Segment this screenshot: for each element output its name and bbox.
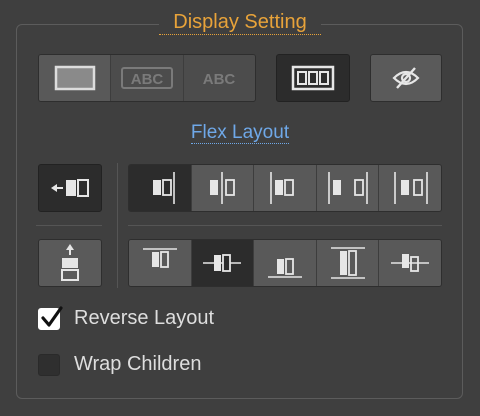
display-flex-button[interactable] — [276, 54, 350, 102]
flex-layout-header: Flex Layout — [0, 122, 480, 144]
justify-space-between-button[interactable] — [316, 165, 380, 211]
align-stretch-icon — [325, 245, 371, 281]
column-direction-icon — [59, 243, 81, 283]
display-inline-block-button[interactable]: ABC — [111, 55, 184, 101]
justify-content-group — [128, 164, 442, 212]
direction-row-button[interactable] — [38, 164, 102, 212]
direction-separator — [117, 163, 118, 288]
reverse-layout-checkbox[interactable] — [38, 305, 63, 330]
display-block-button[interactable] — [39, 55, 112, 101]
inline-abc-icon: ABC — [192, 65, 246, 91]
align-end-button[interactable] — [254, 240, 317, 286]
alignment-divider — [128, 225, 442, 226]
display-inline-button[interactable]: ABC — [183, 55, 255, 101]
justify-end-button[interactable] — [254, 165, 317, 211]
align-baseline-icon — [387, 245, 433, 281]
inline-block-abc-text: ABC — [131, 71, 164, 88]
display-setting-title[interactable]: Display Setting — [159, 10, 321, 35]
align-center-icon — [199, 245, 245, 281]
wrap-children-checkbox[interactable] — [38, 353, 60, 376]
align-baseline-button[interactable] — [379, 240, 441, 286]
direction-column-button[interactable] — [38, 239, 102, 287]
justify-center-icon — [199, 170, 245, 206]
justify-start-icon — [137, 170, 183, 206]
row-direction-icon — [49, 177, 91, 199]
align-items-group — [128, 239, 442, 287]
justify-center-button[interactable] — [191, 165, 255, 211]
inline-block-abc-icon: ABC — [120, 65, 174, 91]
justify-space-between-icon — [325, 170, 371, 206]
inline-abc-text: ABC — [203, 71, 236, 88]
align-stretch-button[interactable] — [316, 240, 380, 286]
align-center-button[interactable] — [191, 240, 255, 286]
eye-slash-icon — [391, 65, 421, 91]
align-end-icon — [262, 245, 308, 281]
wrap-children-row[interactable]: Wrap Children — [38, 353, 201, 376]
display-none-button[interactable] — [370, 54, 442, 102]
direction-divider — [36, 225, 102, 226]
block-icon — [54, 65, 96, 91]
checkmark-icon — [38, 305, 64, 331]
justify-start-button[interactable] — [129, 165, 192, 211]
align-start-icon — [137, 245, 183, 281]
reverse-layout-row[interactable]: Reverse Layout — [38, 305, 215, 330]
flex-layout-title[interactable]: Flex Layout — [190, 122, 290, 144]
align-start-button[interactable] — [129, 240, 192, 286]
flex-columns-icon — [291, 65, 335, 91]
display-setting-header: Display Setting — [0, 10, 480, 35]
justify-space-around-icon — [387, 170, 433, 206]
display-mode-group: ABC ABC — [38, 54, 256, 102]
reverse-layout-label: Reverse Layout — [74, 307, 215, 329]
wrap-children-label: Wrap Children — [74, 353, 202, 375]
justify-space-around-button[interactable] — [379, 165, 441, 211]
justify-end-icon — [262, 170, 308, 206]
